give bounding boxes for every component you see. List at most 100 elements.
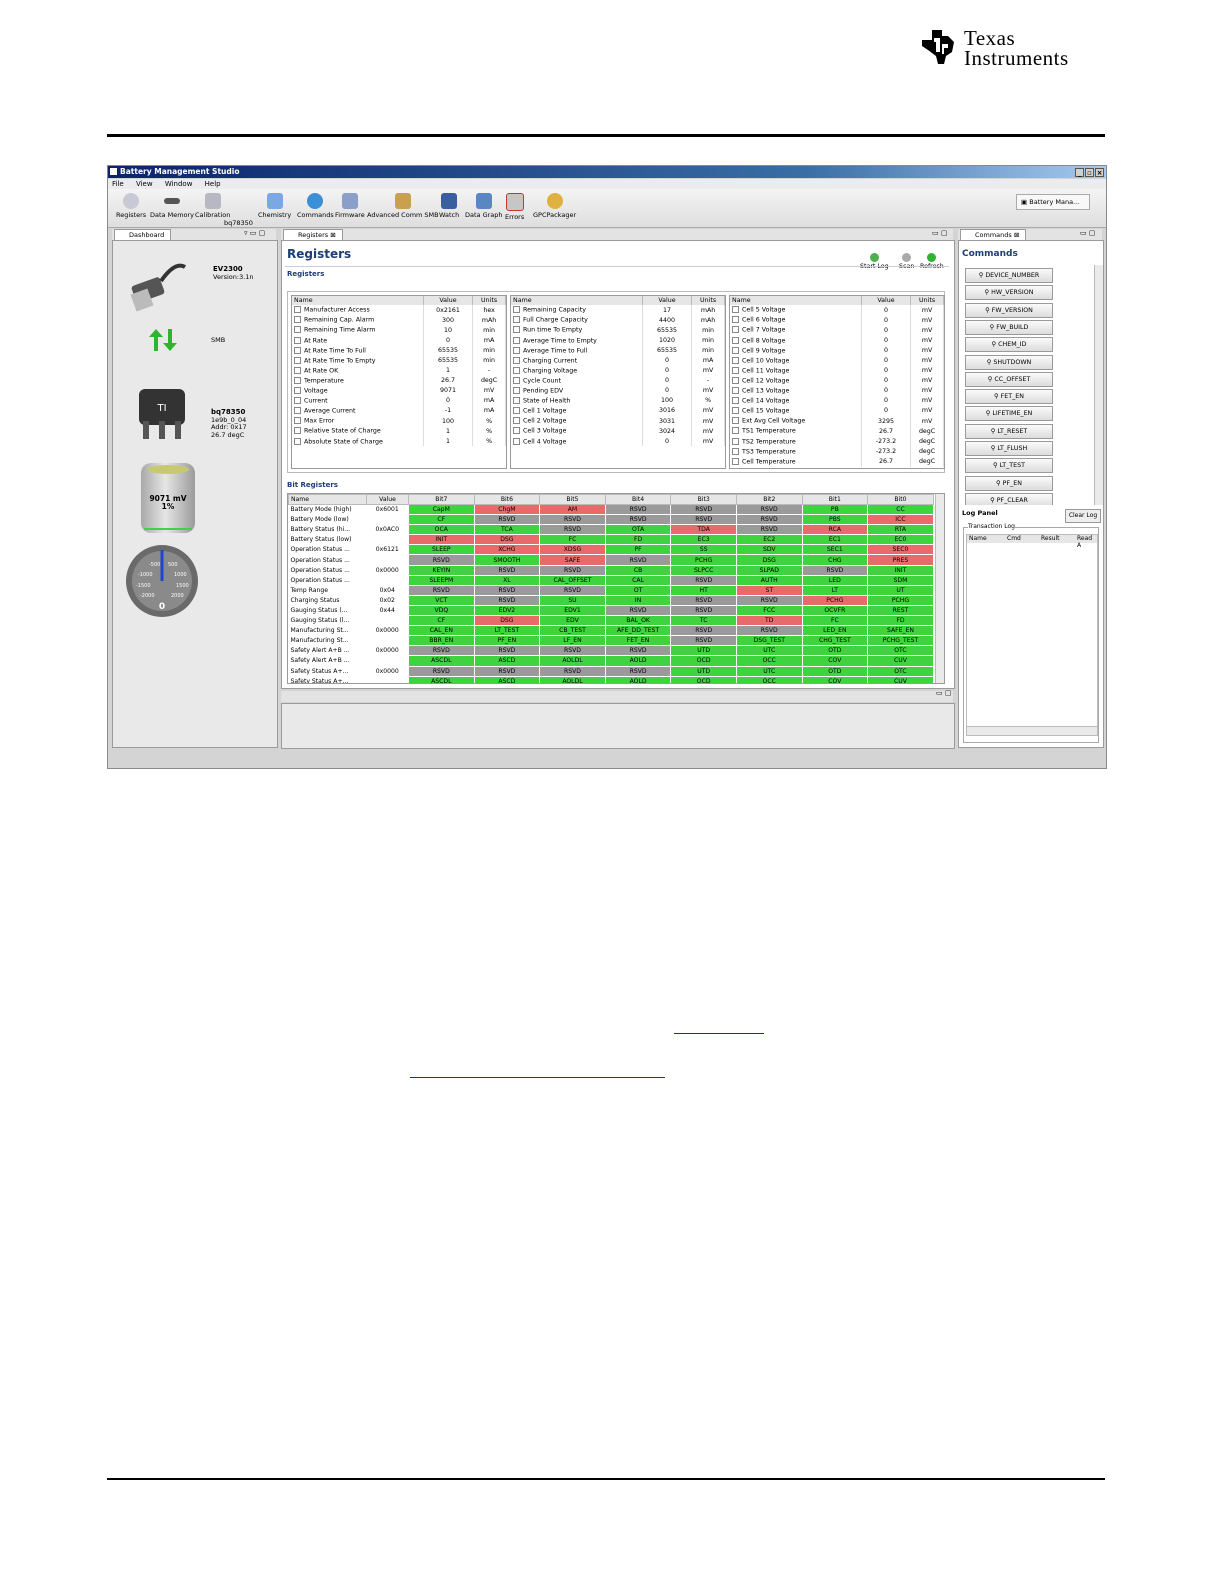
bit-flag[interactable]: RSVD	[670, 514, 737, 526]
bit-flag[interactable]: TDA	[670, 524, 737, 536]
bit-flag[interactable]: OT	[604, 584, 672, 596]
register-row[interactable]: Voltage 9071 mV	[292, 385, 506, 396]
bit-flag[interactable]: PRES	[867, 554, 934, 566]
bit-flag[interactable]: AM	[539, 503, 606, 516]
register-row[interactable]: Cycle Count 0-	[511, 375, 725, 386]
bit-flag[interactable]: XDSG	[539, 544, 606, 556]
bit-flag[interactable]: RSVD	[408, 584, 475, 596]
bit-flag[interactable]: SEC0	[867, 544, 934, 556]
bit-flag[interactable]: OCC	[735, 655, 803, 667]
register-row[interactable]: Temperature 26.7 degC	[292, 375, 506, 386]
bit-flag[interactable]: AOLDL	[539, 675, 606, 683]
command-button[interactable]: ⚲ PF_EN	[965, 475, 1053, 491]
start-log-button[interactable]: Start Log	[860, 253, 889, 270]
bit-flag[interactable]: RSVD	[604, 645, 672, 657]
bit-flag[interactable]: PF	[604, 544, 672, 556]
bit-flag[interactable]: RCA	[801, 524, 869, 536]
bit-flag[interactable]: EDV2	[473, 604, 541, 617]
register-row[interactable]: Cell 1 Voltage 3016 mV	[511, 405, 725, 417]
bit-flag[interactable]: SLPCC	[670, 564, 737, 576]
bit-flag[interactable]: OTA	[604, 524, 672, 536]
bit-register-row[interactable]: Operation Status ... 0x0000 KEYIN RSVD RSVD C…	[289, 564, 934, 576]
bit-flag[interactable]: CUV	[867, 655, 934, 667]
row-checkbox[interactable]	[732, 376, 739, 384]
bit-flag[interactable]: IN	[604, 594, 672, 606]
register-row[interactable]: Remaining Capacity 17 mAh	[511, 305, 725, 316]
bit-register-row[interactable]: Operation Status ... SLEEPM XL CAL_OFFSET CA…	[289, 574, 934, 586]
bit-flag[interactable]: RSVD	[670, 635, 737, 647]
bit-flag[interactable]: EDV1	[539, 604, 606, 617]
bit-flag[interactable]: OTC	[867, 665, 934, 677]
row-checkbox[interactable]	[732, 356, 739, 364]
command-button[interactable]: ⚲ SHUTDOWN	[965, 354, 1053, 370]
bit-flag[interactable]: RSVD	[604, 604, 672, 617]
bit-flag[interactable]: AOLD	[604, 675, 672, 683]
row-checkbox[interactable]	[513, 387, 520, 395]
bit-flag[interactable]: EC2	[735, 534, 803, 546]
bit-register-row[interactable]: Charging Status 0x02 VCT RSVD SU IN RSVD RSVD PC…	[289, 594, 934, 606]
bit-flag[interactable]: TC	[670, 615, 737, 627]
bit-flag[interactable]: RSVD	[670, 604, 737, 617]
dashboard-view-controls[interactable]: ▿ ▭ ▢	[244, 229, 265, 237]
bit-flag[interactable]: CF	[408, 615, 475, 627]
bit-register-row[interactable]: Battery Mode (high) 0x6001 CapM ChgM AM RSVD R…	[289, 503, 934, 516]
row-checkbox[interactable]	[513, 376, 520, 384]
bit-flag[interactable]: XL	[473, 574, 541, 586]
bit-flag[interactable]: COV	[801, 655, 869, 667]
command-button[interactable]: ⚲ FW_VERSION	[965, 302, 1053, 318]
scan-button[interactable]: Scan	[899, 253, 914, 270]
bit-flag[interactable]: BAL_OK	[604, 615, 672, 627]
register-row[interactable]: Remaining Cap. Alarm 300 mAh	[292, 315, 506, 326]
bit-register-row[interactable]: Safety Status A+... 0x0000 RSVD RSVD RSVD RSV…	[289, 665, 934, 677]
bit-flag[interactable]: CAL_EN	[408, 625, 475, 637]
bit-flag[interactable]: RSVD	[604, 665, 672, 677]
bit-flag[interactable]: DSG_TEST	[735, 635, 803, 647]
commands-view-controls[interactable]: ▭ ▢	[1080, 229, 1095, 237]
bit-flag[interactable]: DSG	[473, 615, 541, 627]
bit-flag[interactable]: PCHG	[801, 594, 869, 606]
bit-flag[interactable]: ASCDL	[408, 675, 475, 683]
bit-flag[interactable]: RSVD	[473, 584, 541, 596]
bit-flag[interactable]: ASCDL	[408, 655, 475, 667]
bit-flag[interactable]: LT	[801, 584, 869, 596]
bit-flag[interactable]: CB_TEST	[539, 625, 606, 637]
bit-flag[interactable]: RSVD	[735, 625, 803, 637]
toolbar-gpcpackager[interactable]: GPCPackager	[533, 193, 576, 219]
row-checkbox[interactable]	[732, 387, 739, 395]
bit-flag[interactable]: OCD	[670, 675, 737, 683]
bit-register-row[interactable]: Battery Status (hi... 0x0AC0 OCA TCA RSVD OTA…	[289, 524, 934, 536]
bit-register-row[interactable]: Operation Status ... 0x6121 SLEEP XCHG XDSG P…	[289, 544, 934, 556]
register-row[interactable]: Charging Voltage 0 mV	[511, 365, 725, 376]
bit-flag[interactable]: CAL	[604, 574, 672, 586]
toolbar-data-memory[interactable]: Data Memory	[150, 193, 194, 219]
register-row[interactable]: Cell 15 Voltage 0 mV	[730, 405, 944, 417]
bit-flag[interactable]: RSVD	[604, 503, 672, 516]
bit-flag[interactable]: UTC	[735, 665, 803, 677]
bit-flag[interactable]: PCHG	[670, 554, 737, 566]
bit-flag[interactable]: COV	[801, 675, 869, 683]
register-row[interactable]: Cell Temperature 26.7 degC	[730, 456, 944, 467]
bit-flag[interactable]: LF_EN	[539, 635, 606, 647]
bit-flag[interactable]: RSVD	[539, 645, 606, 657]
bit-flag[interactable]: RSVD	[473, 564, 541, 576]
bit-flag[interactable]: CF	[408, 514, 475, 526]
bit-flag[interactable]: LT_TEST	[473, 625, 541, 637]
bit-flag[interactable]: OCA	[408, 524, 475, 536]
bit-flag[interactable]: RTA	[867, 524, 934, 536]
bit-flag[interactable]: VDQ	[408, 604, 475, 617]
command-button[interactable]: ⚲ FET_EN	[965, 389, 1053, 405]
command-button[interactable]: ⚲ LT_RESET	[965, 423, 1053, 439]
bit-flag[interactable]: TCA	[473, 524, 541, 536]
bit-flag[interactable]: AFE_DD_TEST	[604, 625, 672, 637]
bit-flag[interactable]: UTD	[670, 645, 737, 657]
bit-flag[interactable]: RSVD	[735, 524, 803, 536]
bit-flag[interactable]: SDM	[867, 574, 934, 586]
bit-flag[interactable]: RSVD	[408, 645, 475, 657]
bit-flag[interactable]: CC	[867, 503, 934, 516]
register-row[interactable]: At Rate OK 1-	[292, 365, 506, 376]
bit-flag[interactable]: RSVD	[539, 584, 606, 596]
refresh-button[interactable]: Refresh	[920, 253, 944, 270]
row-checkbox[interactable]	[732, 427, 739, 435]
bit-flag[interactable]: OCVFR	[801, 604, 869, 617]
bit-flag[interactable]: SAFE_EN	[867, 625, 934, 637]
